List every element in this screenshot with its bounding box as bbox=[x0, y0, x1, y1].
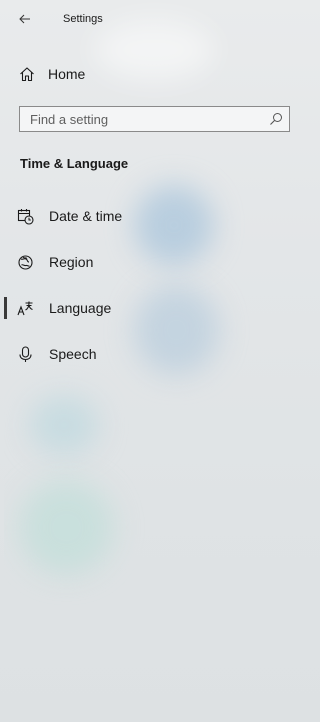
language-icon bbox=[17, 300, 34, 317]
nav-item-label: Date & time bbox=[49, 208, 123, 224]
nav-item-label: Language bbox=[49, 300, 112, 316]
nav-item-date-time[interactable]: Date & time bbox=[4, 196, 302, 236]
search-icon[interactable] bbox=[269, 112, 283, 126]
section-title: Time & Language bbox=[20, 156, 129, 171]
calendar-clock-icon bbox=[17, 208, 34, 225]
settings-window: Settings Home Time & Language bbox=[4, 0, 302, 717]
background-blur bbox=[29, 395, 99, 455]
search-box bbox=[19, 106, 290, 132]
background-blur bbox=[19, 480, 114, 575]
window-title: Settings bbox=[63, 13, 103, 25]
nav-item-language[interactable]: Language bbox=[4, 288, 302, 328]
nav-item-region[interactable]: Region bbox=[4, 242, 302, 282]
search-input[interactable] bbox=[20, 107, 260, 131]
home-icon bbox=[19, 66, 35, 82]
title-bar: Settings bbox=[4, 0, 302, 40]
nav-item-label: Speech bbox=[49, 346, 97, 362]
nav-item-speech[interactable]: Speech bbox=[4, 334, 302, 374]
back-arrow-icon bbox=[19, 14, 31, 24]
back-button[interactable] bbox=[14, 8, 36, 30]
microphone-icon bbox=[17, 346, 34, 363]
home-label: Home bbox=[48, 66, 86, 82]
nav-home[interactable]: Home bbox=[4, 60, 302, 88]
nav-item-label: Region bbox=[49, 254, 94, 270]
globe-icon bbox=[17, 254, 34, 271]
selection-indicator bbox=[4, 297, 7, 319]
